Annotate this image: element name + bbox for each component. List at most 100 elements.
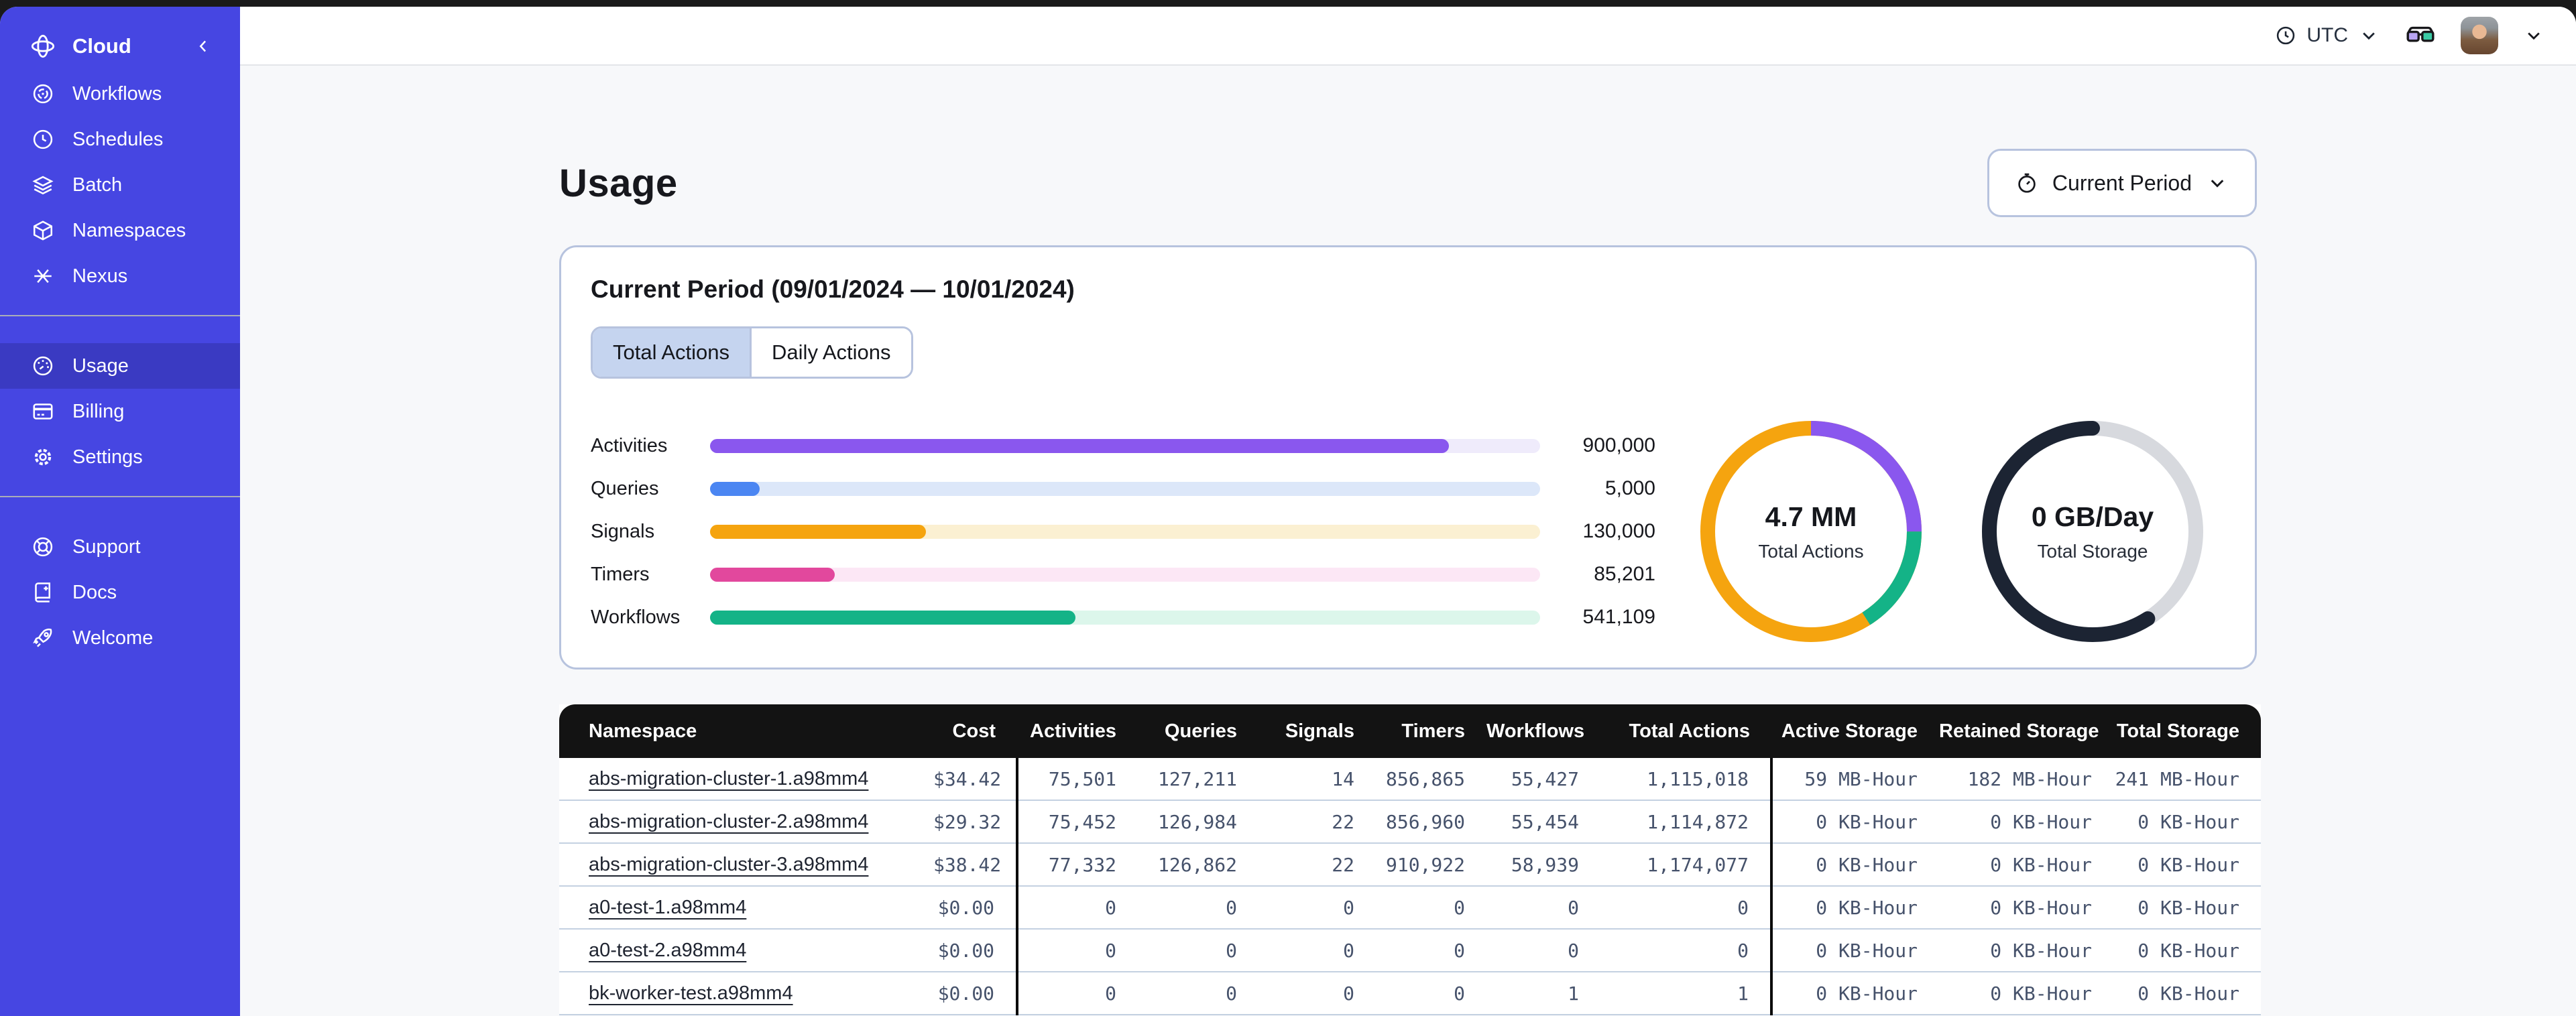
- tab-total-actions[interactable]: Total Actions: [593, 328, 750, 377]
- cell-queries: 126,984: [1138, 800, 1258, 844]
- cell-retained_storage: 0 KB-Hour: [1939, 886, 2113, 930]
- table-row: a0-test-2.a98mm4 $0.00 0 0 0 0 0 0 0 KB-Hour 0 KB…: [559, 929, 2261, 972]
- namespace-link[interactable]: a0-test-2.a98mm4: [589, 940, 746, 961]
- app-window: Cloud Workflows Schedules Batch Namespac…: [0, 7, 2576, 1016]
- sidebar-item-settings[interactable]: Settings: [0, 434, 240, 480]
- sidebar-item-batch[interactable]: Batch: [0, 162, 240, 208]
- namespace-link[interactable]: abs-migration-cluster-3.a98mm4: [589, 854, 868, 875]
- sidebar-item-label: Workflows: [72, 82, 162, 105]
- bar-label: Timers: [591, 563, 650, 585]
- bar-track: [710, 567, 1540, 582]
- docs-book-icon: [31, 580, 55, 605]
- user-menu-chevron-icon[interactable]: [2522, 24, 2545, 47]
- sidebar-nav-main: Workflows Schedules Batch Namespaces Nex…: [0, 71, 240, 299]
- sidebar-item-label: Docs: [72, 581, 117, 603]
- table-row: abs-migration-cluster-2.a98mm4 $29.32 75,4…: [559, 800, 2261, 844]
- cell-signals: 0: [1258, 929, 1376, 972]
- sidebar-item-workflows[interactable]: Workflows: [0, 71, 240, 117]
- cell-total_actions: 1,115,018: [1600, 758, 1771, 801]
- cell-workflows: 0: [1486, 929, 1600, 972]
- namespace-link[interactable]: bk-worker-test.a98mm4: [589, 982, 793, 1004]
- cell-cost: $0.00: [933, 972, 1017, 1015]
- namespace-link[interactable]: abs-migration-cluster-2.a98mm4: [589, 811, 868, 832]
- cell-retained_storage: 0 KB-Hour: [1939, 843, 2113, 887]
- sidebar-item-usage[interactable]: Usage: [0, 343, 240, 389]
- bar-value: 5,000: [1604, 477, 1655, 499]
- cell-activities: 0: [1016, 886, 1138, 930]
- cell-total_storage: 0 KB-Hour: [2113, 972, 2261, 1015]
- cell-workflows: 58,939: [1486, 843, 1600, 887]
- cell-total_actions: 0: [1600, 886, 1771, 930]
- total-storage-donut: 0 GB/Day Total Storage: [1975, 414, 2211, 649]
- glasses-icon[interactable]: [2404, 19, 2437, 52]
- bar-row: Timers 85,201: [591, 563, 1655, 585]
- timezone-label: UTC: [2306, 24, 2348, 46]
- namespace-link[interactable]: a0-test-1.a98mm4: [589, 897, 746, 918]
- cell-active_storage: 0 KB-Hour: [1770, 843, 1939, 887]
- namespace-usage-table: Namespace Cost Activities Queries Signals Tim…: [559, 704, 2261, 1015]
- table-header-row: Namespace Cost Activities Queries Signals Tim…: [559, 704, 2261, 758]
- sidebar-item-welcome[interactable]: Welcome: [0, 615, 240, 661]
- current-period-card: Current Period (09/01/2024 — 10/01/2024)…: [559, 245, 2257, 670]
- bar-row: Signals 130,000: [591, 520, 1655, 542]
- page-content: Usage Current Period Current Period (09/…: [240, 66, 2576, 1016]
- sidebar-item-schedules[interactable]: Schedules: [0, 117, 240, 162]
- cell-timers: 0: [1376, 886, 1486, 930]
- page-title: Usage: [559, 161, 678, 205]
- tab-daily-actions[interactable]: Daily Actions: [750, 328, 911, 377]
- cell-queries: 126,862: [1138, 843, 1258, 887]
- user-avatar[interactable]: [2461, 17, 2498, 54]
- cell-signals: 0: [1258, 972, 1376, 1015]
- cell-activities: 77,332: [1016, 843, 1138, 887]
- bar-track: [710, 610, 1540, 625]
- cell-active_storage: 0 KB-Hour: [1770, 929, 1939, 972]
- donut-charts: 4.7 MM Total Actions 0 GB/Day Total Stor…: [1693, 414, 2211, 649]
- period-selector-button[interactable]: Current Period: [1987, 149, 2257, 217]
- bar-fill: [710, 438, 1449, 453]
- bar-track: [710, 481, 1540, 496]
- sidebar-item-namespaces[interactable]: Namespaces: [0, 208, 240, 253]
- sidebar-collapse-icon[interactable]: [193, 36, 213, 56]
- cell-activities: 75,501: [1016, 758, 1138, 801]
- donut-value: 4.7 MM: [1765, 501, 1857, 532]
- cell-workflows: 55,427: [1486, 758, 1600, 801]
- sidebar-item-support[interactable]: Support: [0, 524, 240, 570]
- main-area: UTC Usage Current Period Current Period …: [240, 7, 2576, 1016]
- bar-label: Activities: [591, 434, 668, 456]
- bar-track: [710, 438, 1540, 453]
- cell-timers: 856,960: [1376, 800, 1486, 844]
- bar-label: Queries: [591, 477, 659, 499]
- sidebar-item-label: Namespaces: [72, 219, 186, 241]
- sidebar-nav-account: Usage Billing Settings: [0, 343, 240, 480]
- cell-namespace: a0-test-2.a98mm4: [559, 929, 933, 972]
- column-header-active_storage: Active Storage: [1771, 704, 1939, 758]
- bar-value: 541,109: [1582, 606, 1655, 628]
- sidebar-item-billing[interactable]: Billing: [0, 389, 240, 434]
- sidebar-divider: [0, 315, 240, 316]
- cell-cost: $0.00: [933, 886, 1017, 930]
- cell-workflows: 55,454: [1486, 800, 1600, 844]
- stopwatch-icon: [2018, 173, 2036, 193]
- cell-active_storage: 0 KB-Hour: [1770, 886, 1939, 930]
- cell-namespace: bk-worker-test.a98mm4: [559, 972, 933, 1015]
- cell-total_storage: 241 MB-Hour: [2113, 758, 2261, 801]
- cell-total_actions: 1: [1600, 972, 1771, 1015]
- cell-active_storage: 0 KB-Hour: [1770, 800, 1939, 844]
- bar-fill: [710, 610, 1075, 625]
- page-head: Usage Current Period: [559, 149, 2257, 217]
- namespace-link[interactable]: abs-migration-cluster-1.a98mm4: [589, 768, 868, 789]
- bar-value: 85,201: [1594, 563, 1655, 585]
- sidebar-item-nexus[interactable]: Nexus: [0, 253, 240, 299]
- cell-total_storage: 0 KB-Hour: [2113, 886, 2261, 930]
- sidebar-item-docs[interactable]: Docs: [0, 570, 240, 615]
- sidebar-brand[interactable]: Cloud: [0, 21, 240, 71]
- cell-queries: 0: [1138, 972, 1258, 1015]
- batch-layers-icon: [31, 173, 55, 197]
- sidebar-item-label: Schedules: [72, 128, 164, 150]
- bar-fill: [710, 567, 835, 582]
- cell-cost: $0.00: [933, 929, 1017, 972]
- cell-timers: 0: [1376, 929, 1486, 972]
- bar-fill: [710, 524, 926, 539]
- timezone-selector[interactable]: UTC: [2274, 24, 2380, 47]
- bar-value: 130,000: [1582, 520, 1655, 542]
